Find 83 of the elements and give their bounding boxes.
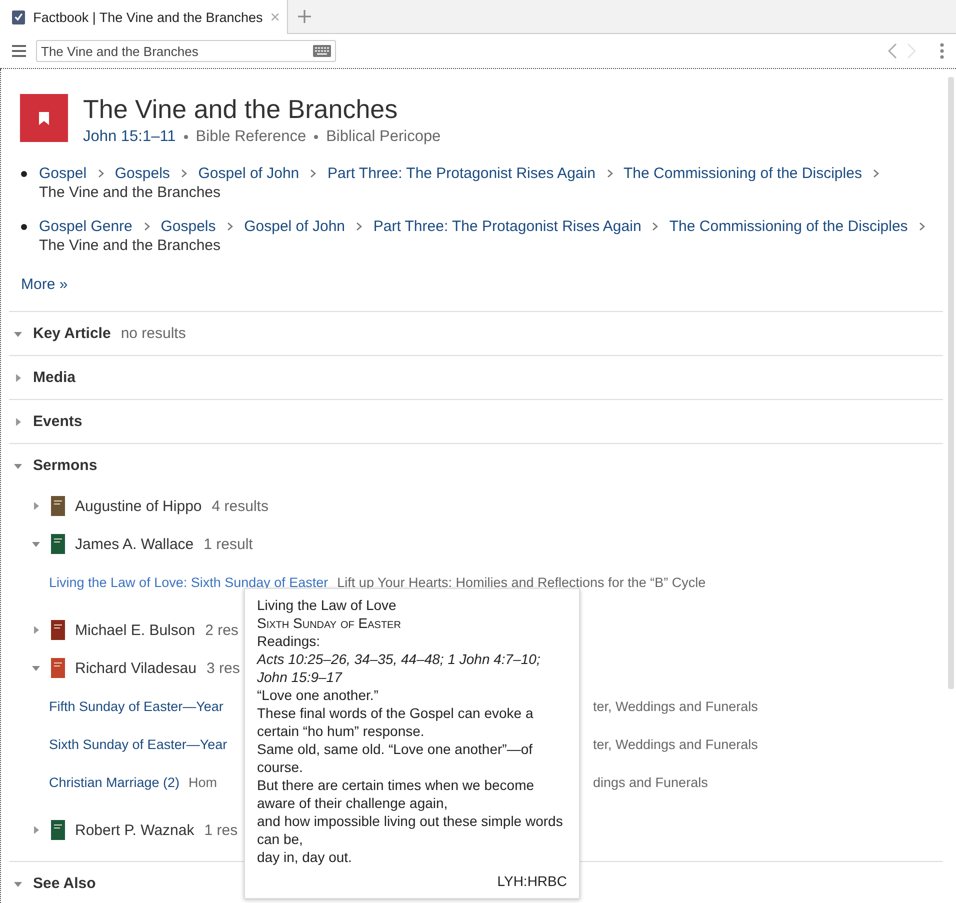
result-note: no results bbox=[120, 325, 186, 342]
breadcrumb-link[interactable]: Part Three: The Protagonist Rises Again bbox=[373, 218, 642, 235]
author-name[interactable]: Augustine of Hippo bbox=[75, 498, 202, 514]
tab[interactable]: Factbook | The Vine and the Branches bbox=[0, 0, 288, 34]
result-count: 1 result bbox=[204, 536, 253, 552]
author-name[interactable]: Michael E. Bulson bbox=[75, 622, 196, 638]
tooltip-text: Sixth Sunday of Easter bbox=[257, 614, 402, 632]
page-title: The Vine and the Branches bbox=[83, 94, 399, 124]
expand-toggle-icon[interactable] bbox=[31, 539, 41, 549]
sermon-link[interactable]: Living the Law of Love: Sixth Sunday of Easter bbox=[49, 574, 328, 590]
section-title[interactable]: Media bbox=[33, 369, 76, 386]
source-title: dings and Funerals bbox=[593, 774, 709, 790]
source-title: Lift up Your Hearts: Homilies and Reflections for the “B” Cycle bbox=[337, 574, 706, 590]
chevron-icon bbox=[918, 222, 925, 231]
section-title[interactable]: Events bbox=[33, 413, 82, 430]
reference-link[interactable]: John 15:1–11 bbox=[83, 128, 176, 146]
chevron-icon bbox=[226, 222, 233, 231]
tab-title: Factbook | The Vine and the Branches bbox=[33, 10, 263, 24]
breadcrumb-link[interactable]: Gospels bbox=[160, 218, 216, 235]
result-count: 2 res bbox=[205, 622, 238, 638]
tooltip-text: Same old, same old. “Love one another”—of course. bbox=[257, 740, 534, 776]
source-title: ter, Weddings and Funerals bbox=[593, 736, 759, 752]
sermon-link[interactable]: Christian Marriage (2) bbox=[49, 774, 180, 790]
section-title[interactable]: See Also bbox=[33, 875, 96, 892]
chevron-icon bbox=[652, 222, 658, 231]
expand-toggle-icon[interactable] bbox=[31, 501, 41, 511]
plus-icon[interactable] bbox=[298, 10, 311, 23]
chevron-icon bbox=[144, 222, 150, 231]
result-count: 1 res bbox=[204, 822, 238, 838]
chevron-icon bbox=[606, 169, 613, 178]
chevron-icon bbox=[310, 169, 316, 178]
search-field[interactable]: The Vine and the Branches bbox=[36, 40, 336, 62]
source-title: Hom bbox=[188, 774, 218, 790]
tooltip-text: “Love one another.” bbox=[257, 686, 380, 704]
tooltip-text: These final words of the Gospel can evoke a certain “ho hum” response. bbox=[257, 704, 534, 740]
checkbox-icon bbox=[12, 8, 26, 26]
source-title: ter, Weddings and Funerals bbox=[593, 698, 759, 714]
expand-toggle-icon[interactable] bbox=[13, 416, 23, 426]
sermon-link[interactable]: Sixth Sunday of Easter—Year bbox=[49, 736, 228, 752]
result-count: 4 results bbox=[212, 498, 268, 514]
more-link[interactable]: More » bbox=[21, 276, 68, 293]
expand-toggle-icon[interactable] bbox=[13, 372, 23, 382]
tooltip-text: Living the Law of Love bbox=[257, 596, 398, 614]
author-name[interactable]: Robert P. Waznak bbox=[75, 822, 194, 838]
back-icon[interactable] bbox=[888, 43, 897, 59]
breadcrumb-link[interactable]: Part Three: The Protagonist Rises Again bbox=[328, 165, 596, 182]
type-label: Bible Reference bbox=[196, 128, 306, 146]
breadcrumb-link[interactable]: Gospel of John bbox=[244, 218, 346, 235]
expand-toggle-icon[interactable] bbox=[31, 825, 41, 835]
bullet-icon bbox=[21, 171, 27, 177]
breadcrumb-link[interactable]: The Commissioning of the Disciples bbox=[624, 165, 862, 182]
breadcrumb-link[interactable]: Gospel bbox=[39, 165, 87, 182]
author-name[interactable]: Richard Viladesau bbox=[75, 660, 196, 676]
chevron-icon bbox=[181, 169, 188, 178]
more-icon[interactable] bbox=[940, 43, 944, 59]
chevron-icon bbox=[873, 169, 880, 178]
chevron-icon bbox=[98, 169, 104, 178]
tooltip-text: Readings: bbox=[257, 632, 322, 650]
bookmark-icon bbox=[39, 112, 49, 124]
bullet-icon bbox=[314, 135, 318, 139]
type-label: Biblical Pericope bbox=[326, 128, 441, 146]
expand-toggle-icon[interactable] bbox=[31, 663, 41, 673]
breadcrumb-link[interactable]: The Commissioning of the Disciples bbox=[669, 218, 908, 235]
sermon-link[interactable]: Fifth Sunday of Easter—Year bbox=[49, 698, 224, 714]
breadcrumb-current: The Vine and the Branches bbox=[39, 184, 221, 201]
breadcrumb-current: The Vine and the Branches bbox=[39, 237, 221, 254]
bullet-icon bbox=[21, 224, 27, 230]
section-title[interactable]: Sermons bbox=[33, 457, 98, 474]
author-name[interactable]: James A. Wallace bbox=[75, 536, 194, 552]
source-code: LYH:HRBC bbox=[496, 872, 567, 890]
close-icon[interactable] bbox=[270, 12, 279, 22]
breadcrumb-link[interactable]: Gospel of John bbox=[198, 165, 300, 182]
breadcrumb-link[interactable]: Gospels bbox=[114, 165, 170, 182]
expand-toggle-icon[interactable] bbox=[31, 625, 41, 635]
breadcrumb-link[interactable]: Gospel Genre bbox=[39, 218, 132, 235]
result-count: 3 res bbox=[206, 660, 240, 676]
bullet-icon bbox=[184, 135, 188, 139]
keyboard-icon[interactable] bbox=[313, 45, 331, 57]
menu-icon[interactable] bbox=[12, 45, 26, 57]
section-title[interactable]: Key Article bbox=[33, 325, 111, 342]
tooltip-text: Acts 10:25–26, 34–35, 44–48; 1 John 4:7–10; John 15:9–17 bbox=[257, 650, 542, 686]
tooltip-text: day in, day out. bbox=[257, 848, 353, 866]
chevron-icon bbox=[356, 222, 362, 231]
